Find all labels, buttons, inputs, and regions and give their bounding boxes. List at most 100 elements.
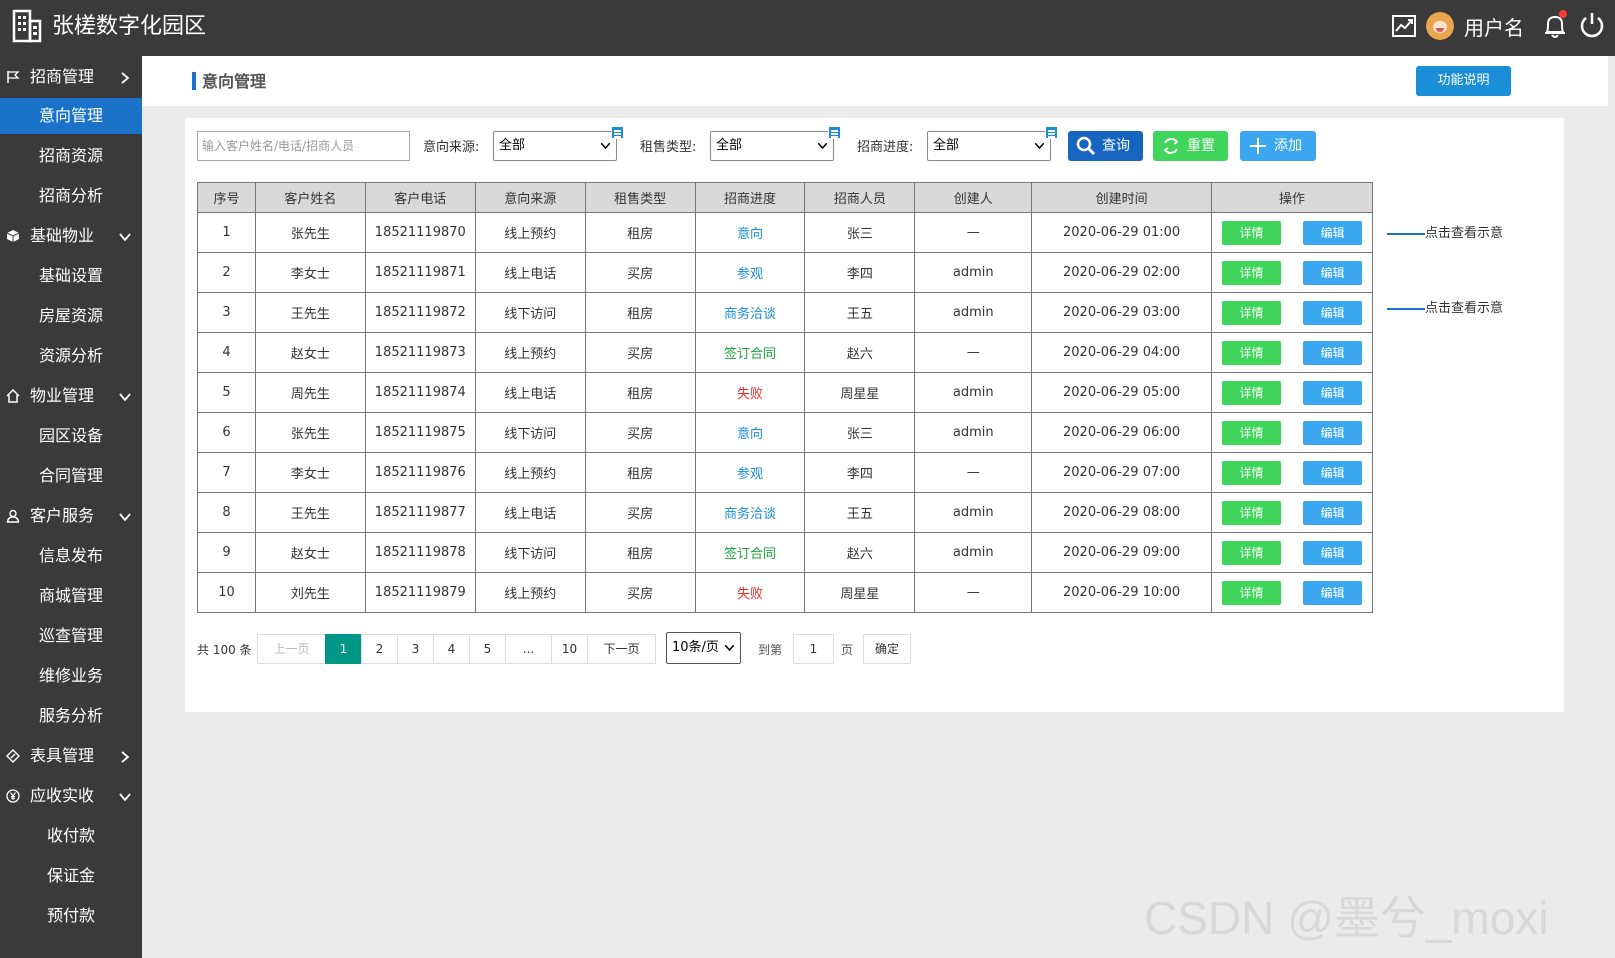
cell-intent-source: 线上预约 (474, 572, 586, 613)
edit-button[interactable]: 编辑 (1303, 540, 1362, 565)
sidebar-group-property-mgmt[interactable]: 物业管理 (0, 378, 142, 414)
cell-agent: 张三 (804, 412, 916, 453)
edit-button[interactable]: 编辑 (1303, 220, 1362, 245)
table-row: 5 周先生 18521119874 线上电话 租房 失败 周星星 admin 2020-06-2… (197, 372, 1373, 413)
page-button-4[interactable]: 4 (433, 634, 470, 664)
cell-actions: 详情 编辑 (1211, 332, 1373, 373)
cell-sale-type: 买房 (584, 412, 696, 453)
sidebar-item-intent[interactable]: 意向管理 (0, 98, 142, 134)
caret-down-icon (1035, 143, 1044, 149)
detail-button[interactable]: 详情 (1222, 220, 1281, 245)
sidebar-item-repair-service[interactable]: 维修业务 (0, 658, 142, 694)
trend-chart-icon[interactable] (1391, 13, 1417, 39)
reset-button[interactable]: 重置 (1153, 131, 1228, 161)
edit-button[interactable]: 编辑 (1303, 420, 1362, 445)
page-button-10[interactable]: 10 (551, 634, 588, 664)
cell-sale-type: 租房 (584, 372, 696, 413)
page-size-select[interactable]: 10条/页 (666, 632, 741, 664)
type-select[interactable]: 全部 (710, 126, 841, 161)
sidebar-group-basic-property[interactable]: 基础物业 (0, 218, 142, 254)
detail-button[interactable]: 详情 (1222, 380, 1281, 405)
cell-index: 7 (197, 452, 256, 493)
query-button[interactable]: 查询 (1068, 131, 1143, 161)
goto-page-input[interactable]: 1 (793, 634, 834, 664)
sidebar-item-prepayment[interactable]: 预付款 (0, 898, 142, 934)
cell-customer-phone: 18521119872 (364, 292, 476, 333)
sidebar-item-house-resources[interactable]: 房屋资源 (0, 298, 142, 334)
page-unit-label: 页 (841, 643, 854, 657)
cell-actions: 详情 编辑 (1211, 412, 1373, 453)
prev-page-button[interactable]: 上一页 (257, 634, 326, 664)
page-button-2[interactable]: 2 (361, 634, 398, 664)
goto-confirm-button[interactable]: 确定 (863, 634, 911, 664)
avatar[interactable] (1426, 12, 1454, 40)
edit-button[interactable]: 编辑 (1303, 300, 1362, 325)
notification-dot (1559, 10, 1567, 18)
sidebar-item-payments[interactable]: 收付款 (0, 818, 142, 854)
cell-created-time: 2020-06-29 09:00 (1031, 532, 1213, 573)
cell-customer-phone: 18521119870 (364, 212, 476, 253)
sidebar-group-receivables[interactable]: 应收实收 (0, 778, 142, 814)
sidebar-item-deposit[interactable]: 保证金 (0, 858, 142, 894)
detail-button[interactable]: 详情 (1222, 300, 1281, 325)
sidebar-item-contract-mgmt[interactable]: 合同管理 (0, 458, 142, 494)
cell-index: 1 (197, 212, 256, 253)
sidebar-item-recruit-resources[interactable]: 招商资源 (0, 138, 142, 174)
cell-agent: 张三 (804, 212, 916, 253)
next-page-button[interactable]: 下一页 (587, 634, 656, 664)
title-accent-bar (192, 72, 196, 90)
sidebar-item-info-publish[interactable]: 信息发布 (0, 538, 142, 574)
edit-button[interactable]: 编辑 (1303, 260, 1362, 285)
edit-button[interactable]: 编辑 (1303, 580, 1362, 605)
sidebar-group-meter-mgmt[interactable]: 表具管理 (0, 738, 142, 774)
table-header-row: 序号 客户姓名 客户电话 意向来源 租售类型 招商进度 招商人员 创建人 创建时… (197, 182, 1373, 213)
sidebar-item-mall-mgmt[interactable]: 商城管理 (0, 578, 142, 614)
edit-button[interactable]: 编辑 (1303, 460, 1362, 485)
edit-button[interactable]: 编辑 (1303, 500, 1362, 525)
page-button-3[interactable]: 3 (397, 634, 434, 664)
source-select[interactable]: 全部 (493, 126, 624, 161)
home-icon (6, 389, 20, 403)
cell-actions: 详情 编辑 (1211, 532, 1373, 573)
sidebar-item-resource-analysis[interactable]: 资源分析 (0, 338, 142, 374)
sidebar-item-recruit-analysis[interactable]: 招商分析 (0, 178, 142, 214)
username[interactable]: 用户名 (1464, 14, 1524, 42)
detail-button[interactable]: 详情 (1222, 420, 1281, 445)
cell-customer-name: 张先生 (254, 412, 366, 453)
cell-index: 3 (197, 292, 256, 333)
building-icon (12, 9, 42, 43)
cell-progress: 失败 (694, 372, 806, 413)
add-button[interactable]: 添加 (1240, 131, 1316, 161)
detail-button[interactable]: 详情 (1222, 340, 1281, 365)
cell-intent-source: 线上预约 (474, 332, 586, 373)
sidebar-group-recruit[interactable]: 招商管理 (0, 59, 142, 95)
detail-button[interactable]: 详情 (1222, 540, 1281, 565)
help-button[interactable]: 功能说明 (1416, 66, 1511, 96)
edit-button[interactable]: 编辑 (1303, 340, 1362, 365)
sidebar-item-park-equipment[interactable]: 园区设备 (0, 418, 142, 454)
detail-button[interactable]: 详情 (1222, 260, 1281, 285)
detail-button[interactable]: 详情 (1222, 500, 1281, 525)
sidebar-item-service-analysis[interactable]: 服务分析 (0, 698, 142, 734)
power-icon[interactable] (1578, 11, 1606, 39)
detail-button[interactable]: 详情 (1222, 460, 1281, 485)
flag-icon (7, 71, 20, 83)
edit-button[interactable]: 编辑 (1303, 380, 1362, 405)
cell-customer-phone: 18521119879 (364, 572, 476, 613)
intent-table: 序号 客户姓名 客户电话 意向来源 租售类型 招商进度 招商人员 创建人 创建时… (197, 182, 1373, 613)
cell-customer-phone: 18521119878 (364, 532, 476, 573)
sidebar-item-basic-settings[interactable]: 基础设置 (0, 258, 142, 294)
cell-agent: 李四 (804, 252, 916, 293)
sidebar-item-patrol-mgmt[interactable]: 巡查管理 (0, 618, 142, 654)
page-button-1[interactable]: 1 (325, 634, 362, 664)
table-row: 9 赵女士 18521119878 线下访问 租房 签订合同 赵六 admin 2020-06-… (197, 532, 1373, 573)
progress-select[interactable]: 全部 (927, 126, 1058, 161)
detail-button[interactable]: 详情 (1222, 580, 1281, 605)
cell-actions: 详情 编辑 (1211, 252, 1373, 293)
sidebar-group-customer-service[interactable]: 客户服务 (0, 498, 142, 534)
cell-intent-source: 线上电话 (474, 252, 586, 293)
search-input[interactable] (197, 131, 410, 161)
cell-customer-name: 刘先生 (254, 572, 366, 613)
cell-progress: 签订合同 (694, 332, 806, 373)
page-button-5[interactable]: 5 (469, 634, 506, 664)
